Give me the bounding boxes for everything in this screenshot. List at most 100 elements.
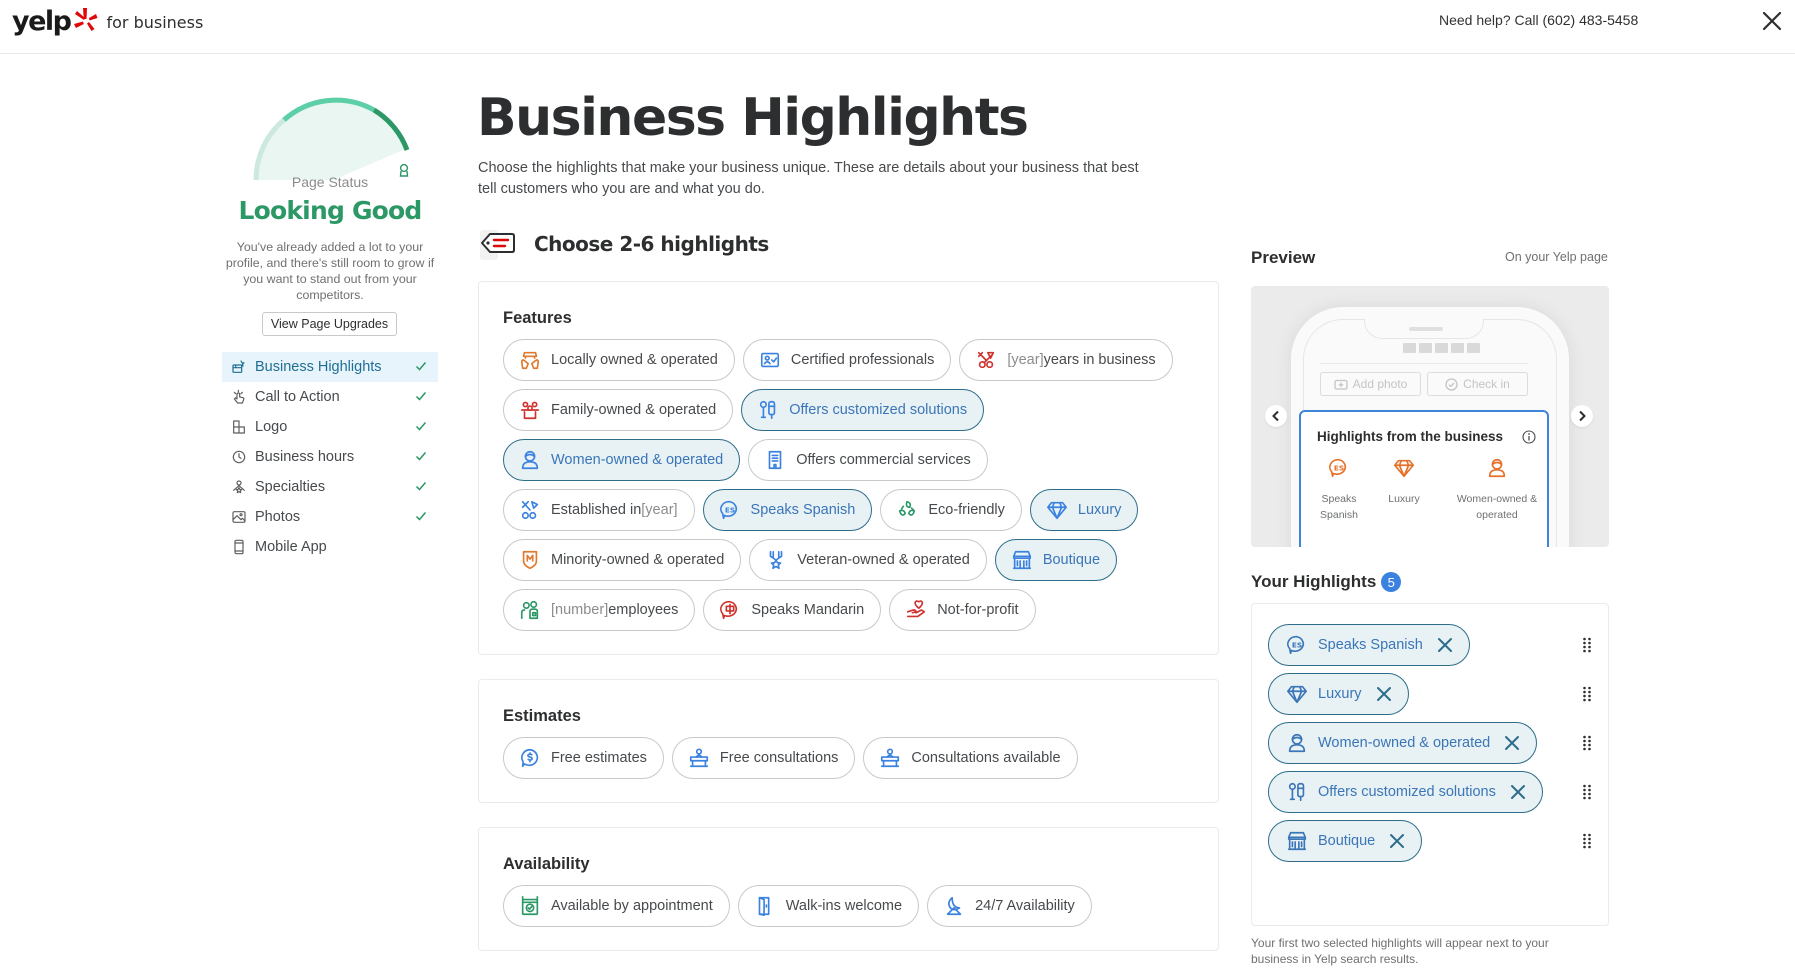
check-icon	[415, 392, 427, 401]
diamond-icon	[1394, 459, 1414, 478]
selected-highlight-chip[interactable]: ES Speaks Spanish	[1268, 624, 1470, 666]
sidebar-item-business-highlights[interactable]: Business Highlights	[222, 352, 438, 382]
highlight-chip[interactable]: Offers commercial services	[748, 439, 988, 481]
moon-icon	[942, 894, 966, 918]
remove-icon[interactable]	[1374, 684, 1394, 704]
add-photo-label: Add photo	[1352, 377, 1408, 391]
highlight-chip[interactable]: ES Speaks Spanish	[702, 489, 873, 531]
remove-icon[interactable]	[1435, 635, 1455, 655]
preview-next-button[interactable]	[1571, 405, 1593, 427]
sidebar-item-business-hours[interactable]: Business hours	[222, 442, 438, 472]
spanish-icon: ES	[718, 498, 742, 522]
highlight-chip[interactable]: Free estimates	[503, 737, 664, 779]
highlight-chip[interactable]: Locally owned & operated	[503, 339, 735, 381]
logo-icon	[233, 420, 245, 434]
drag-handle-icon[interactable]	[1582, 686, 1592, 702]
highlight-chip[interactable]: Certified professionals	[742, 339, 952, 381]
help-phone[interactable]: (602) 483-5458	[1543, 12, 1639, 28]
sidebar-item-call-to-action[interactable]: Call to Action	[222, 382, 438, 412]
selected-highlight-label: Boutique	[1318, 833, 1376, 849]
highlight-chip[interactable]: Not-for-profit	[889, 589, 1036, 631]
mandarin-icon	[720, 600, 738, 620]
highlight-chip[interactable]: [year] years in business	[959, 339, 1173, 381]
women-icon	[1285, 731, 1309, 755]
chip-label: Not-for-profit	[937, 602, 1019, 618]
chip-label: Speaks Mandarin	[751, 602, 865, 618]
view-page-upgrades-button[interactable]: View Page Upgrades	[262, 312, 397, 336]
yelp-for-business-logo[interactable]: yelp for business	[12, 6, 203, 37]
highlight-chip[interactable]: Boutique	[994, 539, 1118, 581]
remove-icon[interactable]	[1508, 782, 1528, 802]
check-icon	[415, 422, 427, 431]
selected-highlight-row: Women-owned & operated	[1268, 722, 1592, 764]
chip-label: Eco-friendly	[928, 502, 1005, 518]
highlight-chip[interactable]: Family-owned & operated	[503, 389, 734, 431]
remove-icon[interactable]	[1502, 733, 1522, 753]
highlight-chip[interactable]: Available by appointment	[503, 885, 730, 927]
highlight-chip[interactable]: Free consultations	[671, 737, 856, 779]
preview-highlight-item: Women-owned & operated	[1451, 457, 1543, 523]
drag-handle-icon[interactable]	[1582, 833, 1592, 849]
years-icon	[978, 351, 995, 369]
highlight-chip[interactable]: [number] employees	[503, 589, 696, 631]
drag-handle-icon[interactable]	[1582, 735, 1592, 751]
sidebar-item-specialties[interactable]: Specialties	[222, 472, 438, 502]
highlight-chip[interactable]: Consultations available	[863, 737, 1078, 779]
page-status-description: You've already added a lot to your profi…	[225, 240, 435, 302]
remove-icon[interactable]	[1387, 831, 1407, 851]
consult-icon	[878, 746, 902, 770]
sidebar-nav: Business Highlights Call to Action Logo …	[222, 352, 438, 562]
customized-icon	[760, 400, 776, 420]
estimates-card: Estimates Free estimates Free consultatio…	[478, 679, 1219, 803]
sidebar-item-label: Photos	[255, 509, 301, 525]
page-description: Choose the highlights that make your bus…	[478, 160, 1139, 197]
highlight-chip[interactable]: Veteran-owned & operated	[749, 539, 987, 581]
highlight-chip[interactable]: Established in [year]	[503, 489, 695, 531]
selected-highlight-row: ES Speaks Spanish	[1268, 624, 1592, 666]
info-icon[interactable]	[1522, 430, 1536, 444]
highlight-chip[interactable]: Women-owned & operated	[503, 439, 741, 481]
mandarin-icon	[718, 598, 742, 622]
features-card: Features Locally owned & operated Certifi…	[478, 281, 1219, 655]
highlight-chip[interactable]: Minority-owned & operated	[503, 539, 742, 581]
chip-label: employees	[608, 602, 679, 618]
mobile-icon	[234, 539, 244, 555]
spanish-icon: ES	[719, 500, 737, 520]
highlight-chip[interactable]: Speaks Mandarin	[703, 589, 882, 631]
boutique-icon	[1285, 829, 1309, 853]
sidebar-item-mobile-app[interactable]: Mobile App	[222, 532, 438, 562]
drag-handle-icon[interactable]	[1582, 637, 1592, 653]
building-icon	[768, 450, 782, 470]
sidebar-item-label: Mobile App	[255, 539, 327, 555]
clock-icon	[231, 449, 247, 465]
phone-speaker	[1409, 327, 1443, 331]
women-icon	[1288, 733, 1306, 753]
availability-card: Availability Available by appointment Wal…	[478, 827, 1219, 951]
highlight-chip[interactable]: Walk-ins welcome	[737, 885, 920, 927]
sidebar-item-logo[interactable]: Logo	[222, 412, 438, 442]
chip-label: Consultations available	[911, 750, 1061, 766]
minority-icon	[518, 548, 542, 572]
diamond-icon	[1045, 498, 1069, 522]
selected-highlight-chip[interactable]: Boutique	[1268, 820, 1423, 862]
selected-highlight-chip[interactable]: Women-owned & operated	[1268, 722, 1538, 764]
family-icon	[520, 401, 540, 420]
chip-label: Family-owned & operated	[551, 402, 717, 418]
spanish-icon: ES	[1287, 635, 1305, 655]
calendar-check-icon	[521, 896, 539, 916]
selected-highlight-chip[interactable]: Offers customized solutions	[1268, 771, 1543, 813]
highlight-chip[interactable]: Luxury	[1029, 489, 1139, 531]
close-icon[interactable]	[1760, 9, 1784, 33]
sidebar-item-photos[interactable]: Photos	[222, 502, 438, 532]
check-in-label: Check in	[1463, 377, 1510, 391]
spanish-icon: ES	[1285, 633, 1309, 657]
drag-handle-icon[interactable]	[1582, 784, 1592, 800]
clock-icon	[232, 450, 246, 464]
chip-row: Established in [year] ES Speaks Spanish Eco…	[503, 489, 1139, 531]
highlight-chip[interactable]: 24/7 Availability	[927, 885, 1092, 927]
highlight-chip[interactable]: Offers customized solutions	[741, 389, 985, 431]
diamond-icon	[1285, 682, 1309, 706]
highlight-chip[interactable]: Eco-friendly	[880, 489, 1022, 531]
preview-prev-button[interactable]	[1265, 405, 1287, 427]
selected-highlight-chip[interactable]: Luxury	[1268, 673, 1409, 715]
